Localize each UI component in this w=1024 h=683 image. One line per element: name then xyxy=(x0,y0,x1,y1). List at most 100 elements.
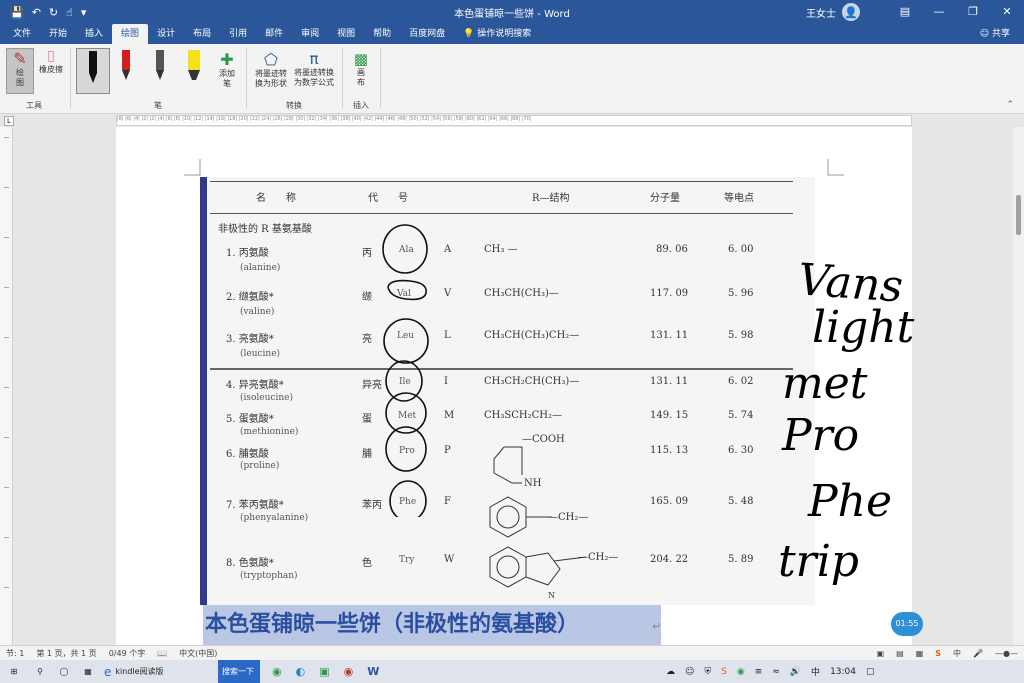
maximize-icon[interactable]: ❐ xyxy=(956,0,990,24)
shield-icon[interactable]: ⛨ xyxy=(704,667,711,677)
powerpoint-icon[interactable]: ◉ xyxy=(344,665,354,678)
close-icon[interactable]: ✕ xyxy=(990,0,1024,24)
user-account[interactable]: 王女士 👤 xyxy=(806,3,860,21)
taskbar-kindle-app[interactable]: e kindle阅读版 xyxy=(100,660,220,683)
undo-icon[interactable]: ↶ xyxy=(32,6,41,19)
indole-n: N xyxy=(548,591,555,600)
pencil-icon: ✎ xyxy=(13,49,27,68)
chrome-icon[interactable]: ◉ xyxy=(272,665,282,678)
network-icon[interactable]: ≡ xyxy=(755,667,763,677)
zoom-slider[interactable]: —●— xyxy=(995,649,1018,658)
focus-mode-icon[interactable]: ▣ xyxy=(877,649,885,658)
tab-mailings[interactable]: 邮件 xyxy=(256,24,292,44)
proline-nh: NH xyxy=(524,478,542,489)
page-indicator[interactable]: 第 1 页，共 1 页 xyxy=(36,648,96,659)
tab-insert[interactable]: 插入 xyxy=(76,24,112,44)
volume-icon[interactable]: 🔊 xyxy=(790,667,801,677)
tab-home[interactable]: 开始 xyxy=(40,24,76,44)
ink-to-shape-icon: ⬠ xyxy=(264,50,278,69)
avatar[interactable]: 👤 xyxy=(842,3,860,21)
row-one-letter: V xyxy=(444,288,452,299)
wifi-icon[interactable]: ≈ xyxy=(772,667,780,677)
row-pi: 5. 48 xyxy=(728,496,754,507)
mic-icon[interactable]: 🎤 xyxy=(973,649,983,658)
collapse-ribbon-icon[interactable]: ⌃ xyxy=(1006,100,1014,110)
customize-toolbar-icon[interactable]: ▾ xyxy=(81,6,87,19)
eraser-label: 橡皮擦 xyxy=(39,65,63,74)
eraser-button[interactable]: ▯ 橡皮擦 xyxy=(36,48,66,75)
tab-references[interactable]: 引用 xyxy=(220,24,256,44)
highlighter-yellow-button[interactable] xyxy=(185,50,203,86)
word-icon[interactable]: W xyxy=(367,665,379,678)
tab-baidu-netdisk[interactable]: 百度网盘 xyxy=(400,24,454,44)
row-mw: 115. 13 xyxy=(650,445,689,456)
print-layout-icon[interactable]: ▦ xyxy=(916,649,924,658)
share-button[interactable]: ☺ 共享 xyxy=(980,24,1010,44)
amino-acid-table-image[interactable]: 名 称 代 号 R—结构 分子量 等电点 非极性的 R 基氨基酸 1. 丙氨酸 … xyxy=(200,177,815,605)
system-tray: ☁ ☺ ⛨ S ◉ ≡ ≈ 🔊 中 13:04 ▢ xyxy=(666,660,875,683)
row-mw: 131. 11 xyxy=(650,376,689,387)
handwritten-ink-notes[interactable]: Vans light met Pro Phe trip xyxy=(778,240,918,620)
draw-tool-button[interactable]: ✎ 绘 图 xyxy=(6,48,34,94)
ime-tray-icon[interactable]: 中 xyxy=(811,665,820,678)
ink-annotations-circles[interactable] xyxy=(380,217,440,517)
redo-icon[interactable]: ↻ xyxy=(49,6,58,19)
notification-icon[interactable]: ▢ xyxy=(866,667,875,677)
person-tray-icon[interactable]: ☺ xyxy=(685,667,694,677)
language-indicator[interactable]: 中文(中国) xyxy=(179,648,217,659)
word-count[interactable]: 0/49 个字 xyxy=(109,648,146,659)
tab-review[interactable]: 审阅 xyxy=(292,24,328,44)
tab-help[interactable]: 帮助 xyxy=(364,24,400,44)
tab-draw[interactable]: 绘图 xyxy=(112,24,149,44)
app-green-icon[interactable]: ▣ xyxy=(319,665,329,678)
row-cn-abbr: 丙 xyxy=(362,248,372,259)
taskbar-search-box[interactable]: 搜索一下 xyxy=(218,660,260,683)
scrollbar-thumb[interactable] xyxy=(1016,195,1021,235)
canvas-button[interactable]: ▩ 画 布 xyxy=(348,50,374,88)
tab-layout[interactable]: 布局 xyxy=(184,24,220,44)
start-icon[interactable]: ⊞ xyxy=(0,660,28,683)
tell-me-search[interactable]: 💡 操作说明搜索 xyxy=(454,24,540,44)
proofing-icon[interactable]: 📖 xyxy=(157,649,167,658)
row-name: 2. 缬氨酸* xyxy=(226,292,274,303)
save-icon[interactable]: 💾 xyxy=(10,6,24,19)
tab-file[interactable]: 文件 xyxy=(4,24,40,44)
widgets-icon[interactable]: ▦ xyxy=(76,660,100,683)
pens-group-label: 笔 xyxy=(154,101,162,110)
clock[interactable]: 13:04 xyxy=(830,667,856,677)
edge-browser-icon[interactable]: ◐ xyxy=(296,665,306,678)
pen-gray-button[interactable] xyxy=(152,50,168,86)
document-caption[interactable]: 本色蛋铺晾一些饼（非极性的氨基酸） xyxy=(203,605,661,645)
canvas-icon: ▩ xyxy=(353,50,369,68)
vertical-scrollbar[interactable] xyxy=(1013,127,1024,645)
sogou-ime-icon[interactable]: S xyxy=(935,649,941,658)
add-pen-button[interactable]: ✚ 添加 笔 xyxy=(216,50,238,89)
try-ch2: —CH₂— xyxy=(578,552,619,563)
pen-red-button[interactable] xyxy=(118,50,134,86)
minimize-icon[interactable]: — xyxy=(922,0,956,24)
recording-timer[interactable]: 01:55 xyxy=(891,612,923,636)
read-mode-icon[interactable]: ▤ xyxy=(896,649,904,658)
ribbon-display-options-icon[interactable]: ▤ xyxy=(888,0,922,24)
ink-to-math-button[interactable]: π 将墨迹转换 为数学公式 xyxy=(292,50,336,88)
ink-to-math-label: 将墨迹转换 为数学公式 xyxy=(294,68,334,87)
row-mw: 204. 22 xyxy=(650,554,689,565)
vertical-ruler[interactable] xyxy=(0,127,13,645)
divider xyxy=(246,48,247,108)
tab-selector-icon[interactable]: L xyxy=(4,116,14,126)
search-icon[interactable]: ⚲ xyxy=(28,660,52,683)
ime-mode-icon[interactable]: 中 xyxy=(953,648,961,659)
ink-to-shape-button[interactable]: ⬠ 将墨迹转 换为形状 xyxy=(252,50,290,89)
task-view-icon[interactable]: ◯ xyxy=(52,660,76,683)
wechat-icon[interactable]: ◉ xyxy=(737,667,745,677)
edge-icon: e xyxy=(104,664,112,679)
pen-black-button[interactable] xyxy=(76,48,110,94)
cloud-icon[interactable]: ☁ xyxy=(666,667,675,677)
sogou-tray-icon[interactable]: S xyxy=(721,667,727,677)
tab-view[interactable]: 视图 xyxy=(328,24,364,44)
row-name: 6. 脯氨酸 xyxy=(226,449,269,460)
tab-design[interactable]: 设计 xyxy=(148,24,184,44)
section-indicator[interactable]: 节: 1 xyxy=(6,648,24,659)
touch-mode-icon[interactable]: ☝ xyxy=(66,6,73,19)
horizontal-ruler[interactable]: |8| |6| |4| |2| |2| |4| |6| |8| |10| |12… xyxy=(116,115,912,126)
